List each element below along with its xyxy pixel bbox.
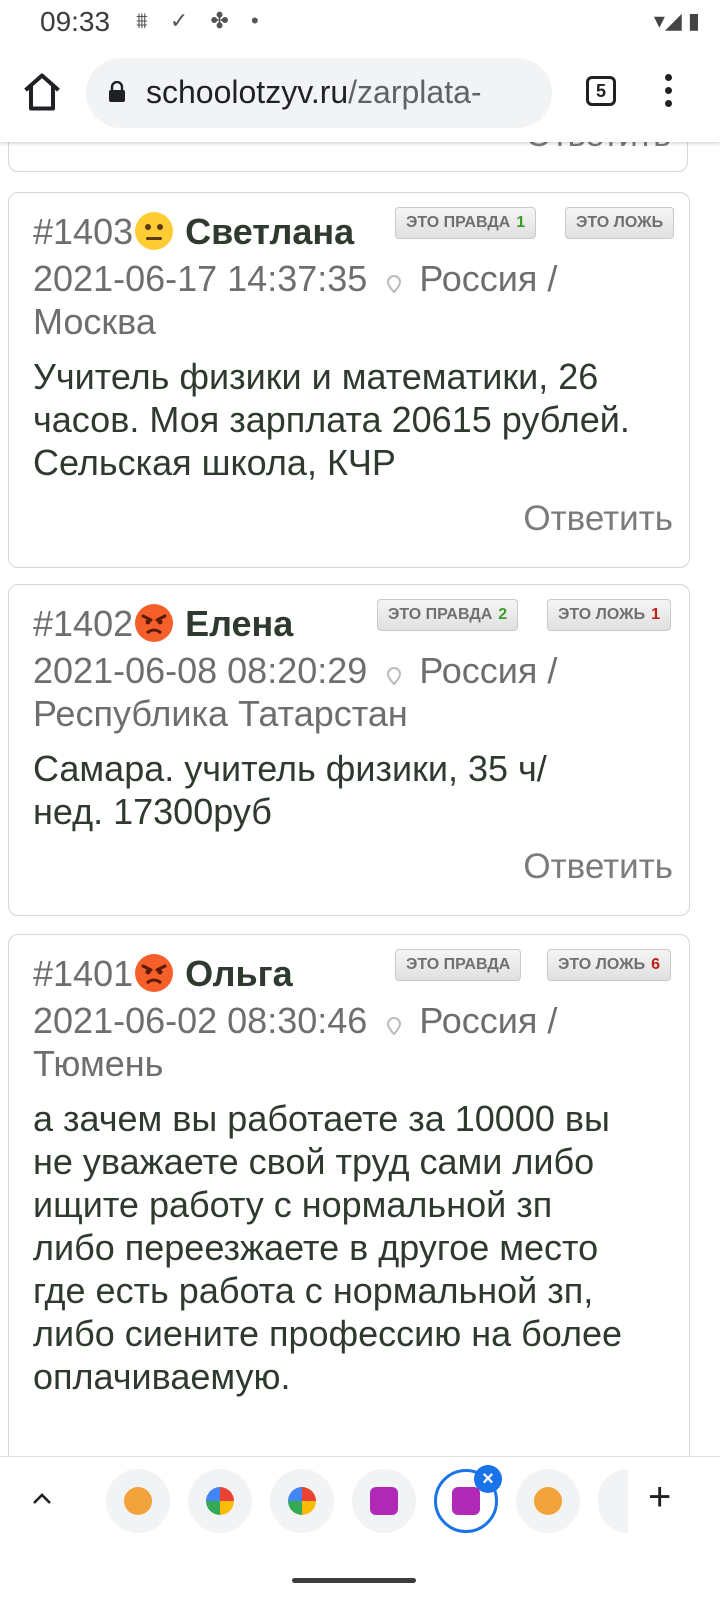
vote-true-label: ЭТО ПРАВДА <box>388 606 493 623</box>
system-icons: ▾◢ ▮ <box>653 8 700 33</box>
comment-number: #1402 <box>33 603 134 644</box>
new-tab-button[interactable]: + <box>648 1475 671 1520</box>
neutral-face-icon <box>135 212 174 250</box>
system-nav-bar <box>0 1544 720 1600</box>
comment-number: #1401 <box>33 953 134 994</box>
comment-header: #1401 Ольга <box>33 953 293 995</box>
vote-true-count: 1 <box>516 214 526 231</box>
reply-link[interactable]: Ответить <box>523 847 673 887</box>
vote-true-button[interactable]: ЭТО ПРАВДА 1 <box>395 207 537 239</box>
comment-meta: 2021-06-17 14:37:35 Россия / Москва <box>33 257 653 343</box>
tab-thumbnail[interactable] <box>106 1469 170 1533</box>
vote-false-button[interactable]: ЭТО ЛОЖЬ <box>565 207 675 239</box>
location-pin-icon <box>387 667 402 685</box>
comment-meta: 2021-06-08 08:20:29 Россия / Республика … <box>33 649 653 735</box>
home-icon[interactable] <box>20 70 64 114</box>
location-pin-icon <box>387 1017 402 1035</box>
close-tab-icon[interactable]: × <box>474 1465 502 1493</box>
previous-comment-card: Ответить <box>8 142 688 172</box>
url-path: /zarplata- <box>348 74 482 110</box>
author-name: Светлана <box>185 211 355 252</box>
vote-false-count: 1 <box>651 606 660 623</box>
angry-face-icon <box>135 604 174 642</box>
vote-false-label: ЭТО ЛОЖЬ <box>576 214 664 231</box>
vote-false-count: 6 <box>651 956 660 973</box>
comment-meta: 2021-06-02 08:30:46 Россия / Тюмень <box>33 999 653 1085</box>
url-bar[interactable]: schoolotzyv.ru/zarplata- <box>86 58 552 128</box>
comment-datetime: 2021-06-02 08:30:46 <box>33 1000 368 1041</box>
vote-true-label: ЭТО ПРАВДА <box>406 956 511 973</box>
comment-header: #1402 Елена <box>33 603 293 645</box>
chevron-up-icon[interactable] <box>30 1487 54 1511</box>
url-domain: schoolotzyv.ru <box>146 74 349 110</box>
tab-switcher-button[interactable]: 5 <box>586 76 616 106</box>
vote-true-button[interactable]: ЭТО ПРАВДА 2 <box>377 599 519 631</box>
dollar-app-icon <box>370 1487 398 1515</box>
comment-header: #1403 Светлана <box>33 211 354 253</box>
tab-thumbnail-partial[interactable] <box>598 1469 628 1533</box>
browser-toolbar: schoolotzyv.ru/zarplata- 5 <box>0 46 720 142</box>
tab-thumbnail[interactable] <box>516 1469 580 1533</box>
author-name: Елена <box>185 603 294 644</box>
comment-datetime: 2021-06-17 14:37:35 <box>33 258 368 299</box>
tab-thumbnail[interactable] <box>188 1469 252 1533</box>
orange-site-icon <box>124 1487 152 1515</box>
lock-icon <box>109 81 125 102</box>
angry-face-icon <box>135 954 174 992</box>
location-pin-icon <box>387 275 402 293</box>
gesture-handle[interactable] <box>292 1578 416 1583</box>
orange-site-icon <box>534 1487 562 1515</box>
reply-link[interactable]: Ответить <box>526 142 671 155</box>
vote-false-button[interactable]: ЭТО ЛОЖЬ 6 <box>547 949 671 981</box>
reply-link[interactable]: Ответить <box>523 499 673 539</box>
comment-datetime: 2021-06-08 08:20:29 <box>33 650 368 691</box>
comment-text: а зачем вы работаете за 10000 вы не уваж… <box>33 1098 623 1397</box>
url-text: schoolotzyv.ru/zarplata- <box>146 74 482 111</box>
comment-text: Учитель физики и математики, 26 часов. М… <box>33 356 630 483</box>
overflow-menu-icon[interactable] <box>660 74 676 114</box>
vote-false-label: ЭТО ЛОЖЬ <box>558 956 646 973</box>
google-icon <box>206 1487 234 1515</box>
author-name: Ольга <box>185 953 293 994</box>
comment-card: #1402 Елена ЭТО ПРАВДА 2 ЭТО ЛОЖЬ 1 2021-06… <box>8 584 690 916</box>
comment-card: #1403 Светлана ЭТО ПРАВДА 1 ЭТО ЛОЖЬ 2021-… <box>8 192 690 568</box>
notification-icons: ⩩ ✓ ✤ • <box>136 8 267 33</box>
tab-thumbnail[interactable] <box>352 1469 416 1533</box>
comment-number: #1403 <box>33 211 134 252</box>
comment-card: #1401 Ольга ЭТО ПРАВДА ЭТО ЛОЖЬ 6 2021-06-… <box>8 934 690 1462</box>
vote-false-label: ЭТО ЛОЖЬ <box>558 606 646 623</box>
tab-thumbnail[interactable] <box>270 1469 334 1533</box>
tab-strip: × + <box>0 1456 720 1545</box>
vote-true-label: ЭТО ПРАВДА <box>406 214 511 231</box>
vote-true-button[interactable]: ЭТО ПРАВДА <box>395 949 522 981</box>
google-icon <box>288 1487 316 1515</box>
page-content: Ответить #1403 Светлана ЭТО ПРАВДА 1 ЭТО Л… <box>0 142 720 1462</box>
vote-false-button[interactable]: ЭТО ЛОЖЬ 1 <box>547 599 671 631</box>
clock: 09:33 <box>40 6 111 37</box>
dollar-app-icon <box>452 1487 480 1515</box>
comment-text: Самара. учитель физики, 35 ч/нед. 17300р… <box>33 748 547 832</box>
status-bar: 09:33 ⩩ ✓ ✤ • ▾◢ ▮ <box>0 0 720 46</box>
vote-true-count: 2 <box>498 606 508 623</box>
